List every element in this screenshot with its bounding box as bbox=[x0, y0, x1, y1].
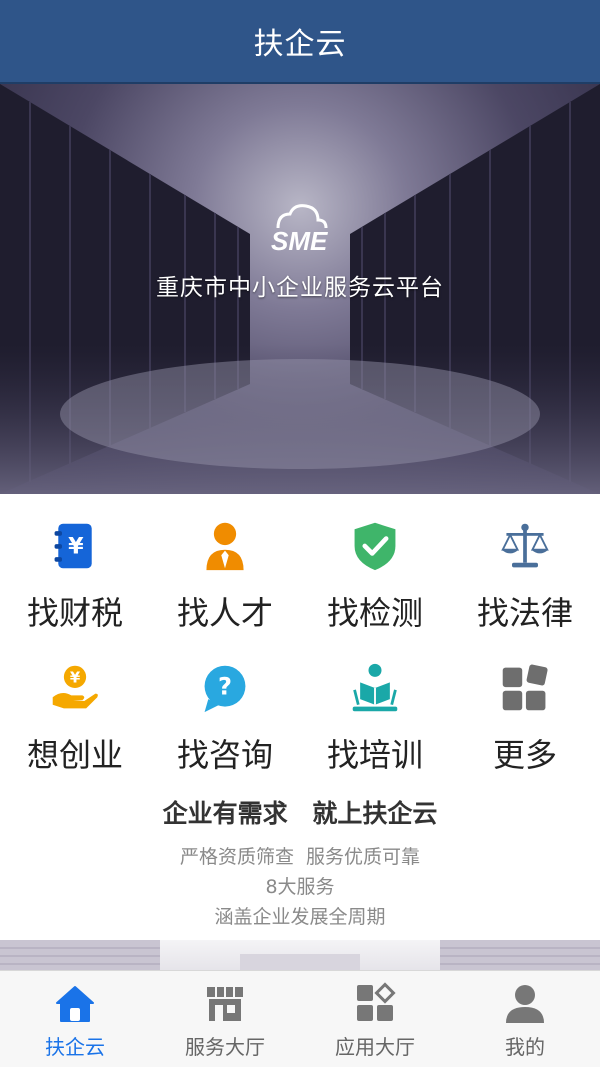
talent-person-icon bbox=[206, 522, 244, 571]
apps-icon bbox=[357, 982, 396, 1021]
svg-text:¥: ¥ bbox=[70, 668, 81, 686]
tab-label: 我的 bbox=[505, 1035, 545, 1059]
tab-label: 扶企云 bbox=[45, 1035, 105, 1059]
building-silhouette bbox=[0, 940, 600, 970]
service-consulting[interactable]: ? 找咨询 bbox=[150, 636, 300, 776]
tab-label: 服务大厅 bbox=[185, 1035, 265, 1059]
tab-label: 应用大厅 bbox=[335, 1035, 415, 1059]
svg-text:¥: ¥ bbox=[68, 533, 84, 559]
description-line-3: 涵盖企业发展全周期 bbox=[214, 906, 386, 928]
svg-text:SME: SME bbox=[271, 226, 328, 256]
more-grid-icon bbox=[502, 664, 548, 711]
storefront-icon bbox=[207, 987, 243, 1021]
decorative-buildings bbox=[0, 940, 600, 970]
service-grid: ¥ 找财税 找人才 找检测 找法律 ¥ 想创业 ? 找咨询 找培训 更多 bbox=[0, 494, 600, 784]
service-tax[interactable]: ¥ 找财税 bbox=[0, 494, 150, 634]
service-legal[interactable]: 找法律 bbox=[450, 494, 600, 634]
service-label: 更多 bbox=[492, 736, 557, 774]
sme-logo-icon: SME bbox=[271, 204, 328, 256]
slogan-part1: 企业有需求 bbox=[162, 799, 288, 828]
service-training[interactable]: 找培训 bbox=[300, 636, 450, 776]
training-reader-icon bbox=[352, 663, 398, 712]
scales-icon bbox=[501, 523, 549, 568]
tab-app-hall[interactable]: 应用大厅 bbox=[300, 971, 450, 1067]
tab-service-hall[interactable]: 服务大厅 bbox=[150, 971, 300, 1067]
service-label: 找财税 bbox=[26, 594, 123, 632]
app-header: 扶企云 bbox=[0, 0, 600, 84]
service-label: 想创业 bbox=[26, 736, 123, 774]
service-label: 找咨询 bbox=[176, 736, 273, 774]
service-more[interactable]: 更多 bbox=[450, 636, 600, 776]
question-bubble-icon: ? bbox=[204, 665, 246, 713]
description-line-2: 8大服务 bbox=[265, 876, 335, 898]
check-shield-icon bbox=[354, 522, 396, 571]
home-icon bbox=[56, 986, 94, 1022]
banner-title: 重庆市中小企业服务云平台 bbox=[156, 275, 444, 301]
tax-book-icon: ¥ bbox=[54, 523, 92, 569]
service-label: 找检测 bbox=[326, 594, 423, 632]
service-inspection[interactable]: 找检测 bbox=[300, 494, 450, 634]
service-talent[interactable]: 找人才 bbox=[150, 494, 300, 634]
hero-banner[interactable]: SME 重庆市中小企业服务云平台 bbox=[0, 84, 600, 494]
description-line-1: 严格资质筛查 服务优质可靠 bbox=[179, 846, 421, 868]
svg-text:?: ? bbox=[218, 673, 232, 701]
service-label: 找法律 bbox=[476, 594, 573, 632]
slogan: 企业有需求 就上扶企云 bbox=[0, 794, 600, 830]
page-title: 扶企云 bbox=[253, 27, 347, 62]
slogan-part2: 就上扶企云 bbox=[312, 799, 438, 828]
service-startup[interactable]: ¥ 想创业 bbox=[0, 636, 150, 776]
service-label: 找培训 bbox=[326, 736, 423, 774]
user-icon bbox=[506, 985, 544, 1023]
tab-mine[interactable]: 我的 bbox=[450, 971, 600, 1067]
tab-home[interactable]: 扶企云 bbox=[0, 971, 150, 1067]
service-label: 找人才 bbox=[176, 594, 273, 632]
bottom-tab-bar: 扶企云 服务大厅 应用大厅 我的 bbox=[0, 970, 600, 1067]
startup-money-icon: ¥ bbox=[52, 665, 98, 709]
